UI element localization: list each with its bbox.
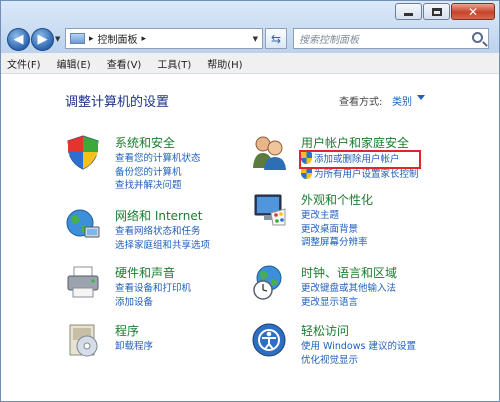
network-globe-icon[interactable] — [65, 207, 101, 243]
view-by-label: 查看方式: — [339, 97, 383, 108]
menu-file[interactable]: 文件(F) — [7, 56, 41, 71]
link-backup-computer[interactable]: 备份您的计算机 — [115, 166, 201, 180]
uac-shield-icon — [301, 166, 312, 179]
link-change-keyboard[interactable]: 更改键盘或其他输入法 — [301, 282, 396, 296]
breadcrumb-separator-trailing[interactable]: ▸ — [142, 34, 147, 44]
link-view-network-status[interactable]: 查看网络状态和任务 — [115, 225, 210, 239]
link-windows-recommended-settings[interactable]: 使用 Windows 建议的设置 — [301, 340, 416, 354]
ease-of-access-heading[interactable]: 轻松访问 — [301, 322, 349, 339]
hardware-sound-heading[interactable]: 硬件和声音 — [115, 264, 175, 281]
close-button[interactable]: ✕ — [451, 3, 495, 20]
link-change-display-language[interactable]: 更改显示语言 — [301, 296, 396, 310]
refresh-icon: ⇆ — [270, 31, 282, 46]
programs-heading[interactable]: 程序 — [115, 322, 139, 339]
recent-pages-dropdown[interactable]: ▼ — [55, 35, 60, 43]
address-dropdown-icon[interactable]: ▼ — [253, 35, 258, 43]
monitor-palette-icon[interactable] — [251, 191, 287, 227]
refresh-button[interactable]: ⇆ — [265, 28, 287, 49]
clock-globe-icon[interactable] — [251, 264, 287, 300]
link-add-remove-user-accounts[interactable]: 添加或删除用户帐户 — [299, 150, 421, 169]
link-find-fix-problems[interactable]: 查找并解决问题 — [115, 179, 201, 193]
link-uninstall-program[interactable]: 卸载程序 — [115, 340, 153, 354]
search-icon[interactable] — [472, 32, 483, 43]
page-title: 调整计算机的设置 — [65, 95, 170, 110]
network-internet-heading[interactable]: 网络和 Internet — [115, 207, 202, 224]
close-icon: ✕ — [467, 4, 479, 19]
shield-icon[interactable] — [65, 134, 101, 170]
search-placeholder: 搜索控制面板 — [299, 35, 359, 46]
menu-view[interactable]: 查看(V) — [107, 56, 142, 71]
breadcrumb-control-panel[interactable]: 控制面板 — [98, 31, 138, 46]
forward-arrow-icon: ▶ — [37, 32, 48, 47]
window-controls: ✕ — [394, 3, 495, 20]
back-arrow-icon: ◀ — [13, 32, 24, 47]
maximize-icon — [431, 7, 442, 16]
link-change-theme[interactable]: 更改主题 — [301, 209, 368, 223]
ease-of-access-icon[interactable] — [251, 322, 287, 358]
view-by-dropdown[interactable]: 类别 — [392, 93, 412, 108]
link-parental-controls[interactable]: 为所有用户设置家长控制 — [301, 166, 419, 182]
link-view-computer-status[interactable]: 查看您的计算机状态 — [115, 152, 201, 166]
view-by-arrow-icon[interactable] — [417, 95, 425, 100]
users-icon[interactable] — [251, 134, 287, 170]
appearance-heading[interactable]: 外观和个性化 — [301, 191, 373, 208]
menu-tools[interactable]: 工具(T) — [157, 56, 191, 71]
maximize-button[interactable] — [423, 3, 450, 20]
control-panel-window: ✕ ◀ ▶ ▼ ▸ 控制面板 ▸ ▼ ⇆ 搜索控制面板 文件(F) 编辑(E) … — [0, 0, 500, 402]
link-add-device[interactable]: 添加设备 — [115, 296, 191, 310]
menu-bar: 文件(F) 编辑(E) 查看(V) 工具(T) 帮助(H) — [1, 53, 499, 74]
clock-language-heading[interactable]: 时钟、语言和区域 — [301, 264, 397, 281]
user-accounts-heading[interactable]: 用户帐户和家庭安全 — [301, 134, 409, 151]
menu-edit[interactable]: 编辑(E) — [57, 56, 91, 71]
link-add-remove-user-accounts-label: 添加或删除用户帐户 — [314, 154, 400, 165]
forward-button[interactable]: ▶ — [31, 28, 54, 51]
link-parental-controls-label: 为所有用户设置家长控制 — [314, 168, 419, 180]
link-view-devices-printers[interactable]: 查看设备和打印机 — [115, 282, 191, 296]
minimize-button[interactable] — [395, 3, 422, 20]
title-bar: ✕ ◀ ▶ ▼ ▸ 控制面板 ▸ ▼ ⇆ 搜索控制面板 — [1, 1, 499, 53]
breadcrumb-separator[interactable]: ▸ — [89, 34, 94, 44]
back-button[interactable]: ◀ — [7, 28, 30, 51]
printer-icon[interactable] — [65, 264, 101, 300]
menu-help[interactable]: 帮助(H) — [207, 56, 242, 71]
link-homegroup-sharing[interactable]: 选择家庭组和共享选项 — [115, 239, 210, 253]
system-security-heading[interactable]: 系统和安全 — [115, 134, 175, 151]
uac-shield-icon — [301, 152, 312, 164]
control-panel-icon — [70, 33, 85, 44]
link-optimize-visual-display[interactable]: 优化视觉显示 — [301, 354, 416, 368]
link-adjust-resolution[interactable]: 调整屏幕分辨率 — [301, 236, 368, 250]
search-input[interactable]: 搜索控制面板 — [293, 28, 489, 49]
programs-disc-icon[interactable] — [65, 322, 101, 358]
link-change-desktop-background[interactable]: 更改桌面背景 — [301, 223, 368, 237]
minimize-icon — [404, 13, 413, 16]
address-bar[interactable]: ▸ 控制面板 ▸ ▼ — [65, 28, 263, 49]
main-content: 调整计算机的设置 查看方式: 类别 系统和安全 查看您的计算机状态 备份您的计算… — [1, 74, 499, 401]
